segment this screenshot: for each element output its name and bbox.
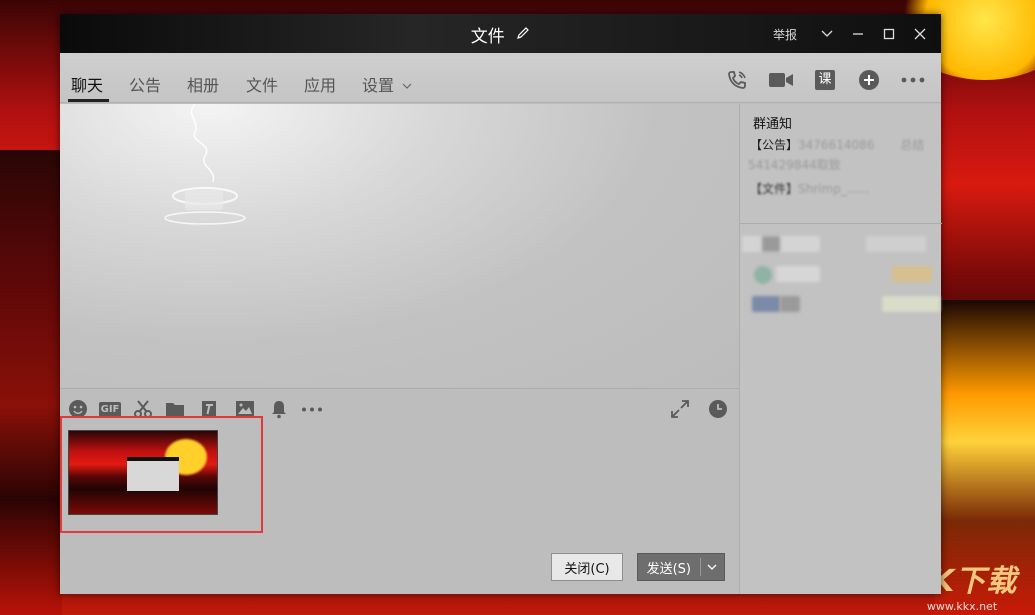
maximize-button[interactable] bbox=[873, 23, 904, 45]
tab-chat[interactable]: 聊天 bbox=[71, 72, 103, 96]
settings-chevron-down-icon bbox=[402, 83, 412, 90]
report-button[interactable]: 举报 bbox=[773, 26, 797, 43]
course-icon[interactable]: 课 bbox=[803, 67, 847, 93]
blurred-member-badge bbox=[892, 266, 932, 282]
blurred-member-status bbox=[882, 296, 940, 312]
send-button[interactable]: 发送(S) bbox=[637, 553, 725, 581]
announcement-prefix: 【公告】 bbox=[750, 138, 798, 152]
file-text: Shrimp_...... bbox=[798, 182, 870, 196]
expand-icon[interactable] bbox=[669, 398, 691, 420]
more-icon[interactable] bbox=[891, 67, 935, 93]
close-window-button[interactable] bbox=[904, 23, 935, 45]
tab-settings[interactable]: 设置 bbox=[362, 72, 412, 96]
group-chat-window: 文件 举报 聊天 公告 相册 文件 应用 设置 bbox=[60, 14, 941, 594]
watermark-url: www.kkx.net bbox=[897, 600, 1027, 613]
close-button[interactable]: 关闭(C) bbox=[551, 553, 623, 581]
announcement-text: 3476614086 bbox=[798, 138, 878, 152]
send-options-chevron-icon[interactable] bbox=[701, 564, 724, 571]
member-list-item[interactable] bbox=[742, 266, 940, 288]
minimize-button[interactable] bbox=[842, 23, 873, 45]
tab-apps[interactable]: 应用 bbox=[304, 72, 336, 96]
announcement-line-2: 541429844取致 bbox=[748, 156, 841, 173]
bell-icon[interactable] bbox=[268, 398, 290, 420]
course-glyph: 课 bbox=[815, 70, 835, 90]
announcement-tail: 总结 bbox=[900, 138, 924, 152]
window-controls: 举报 bbox=[773, 23, 935, 45]
phone-icon[interactable] bbox=[715, 67, 759, 93]
tab-bar: 聊天 公告 相册 文件 应用 设置 课 bbox=[60, 53, 941, 103]
tab-album[interactable]: 相册 bbox=[187, 72, 219, 96]
blurred-member-name bbox=[776, 266, 820, 282]
chat-tools: 课 bbox=[715, 67, 935, 93]
chat-message-area[interactable] bbox=[60, 104, 739, 387]
blurred-member-name bbox=[780, 296, 800, 312]
blurred-member-avatar bbox=[762, 236, 780, 252]
file-notice-line[interactable]: 【文件】Shrimp_...... bbox=[750, 180, 870, 197]
file-prefix: 【文件】 bbox=[750, 182, 798, 196]
gif-label: GIF bbox=[99, 402, 122, 417]
blurred-member-avatar bbox=[754, 266, 772, 284]
edit-title-icon[interactable] bbox=[516, 25, 530, 45]
blurred-member-status bbox=[866, 236, 926, 252]
blurred-member-name bbox=[742, 236, 820, 252]
video-call-icon[interactable] bbox=[759, 67, 803, 93]
tab-announcements[interactable]: 公告 bbox=[129, 72, 161, 96]
blurred-member-avatar bbox=[752, 296, 780, 312]
more-tools-icon[interactable] bbox=[300, 398, 324, 420]
member-list-item[interactable] bbox=[742, 236, 940, 258]
send-button-label: 发送(S) bbox=[638, 558, 700, 577]
member-list-item[interactable] bbox=[742, 296, 940, 318]
add-icon[interactable] bbox=[847, 67, 891, 93]
window-title: 文件 bbox=[471, 27, 505, 47]
lamp-decoration-icon bbox=[155, 104, 265, 234]
history-clock-icon[interactable] bbox=[707, 398, 729, 420]
tab-files[interactable]: 文件 bbox=[246, 72, 278, 96]
panel-divider bbox=[740, 223, 942, 224]
title-bar[interactable]: 文件 举报 bbox=[60, 14, 941, 53]
active-tab-underline bbox=[68, 99, 109, 102]
group-notice-title: 群通知 bbox=[753, 113, 792, 132]
wallpaper-sunset-left bbox=[0, 150, 62, 615]
tab-settings-label: 设置 bbox=[362, 76, 394, 95]
highlight-annotation-box bbox=[60, 416, 263, 533]
announcement-line[interactable]: 【公告】3476614086 总结 bbox=[750, 136, 924, 153]
group-info-panel: 群通知 【公告】3476614086 总结 541429844取致 【文件】Sh… bbox=[739, 104, 941, 594]
dropdown-chevron-icon[interactable] bbox=[811, 23, 842, 45]
